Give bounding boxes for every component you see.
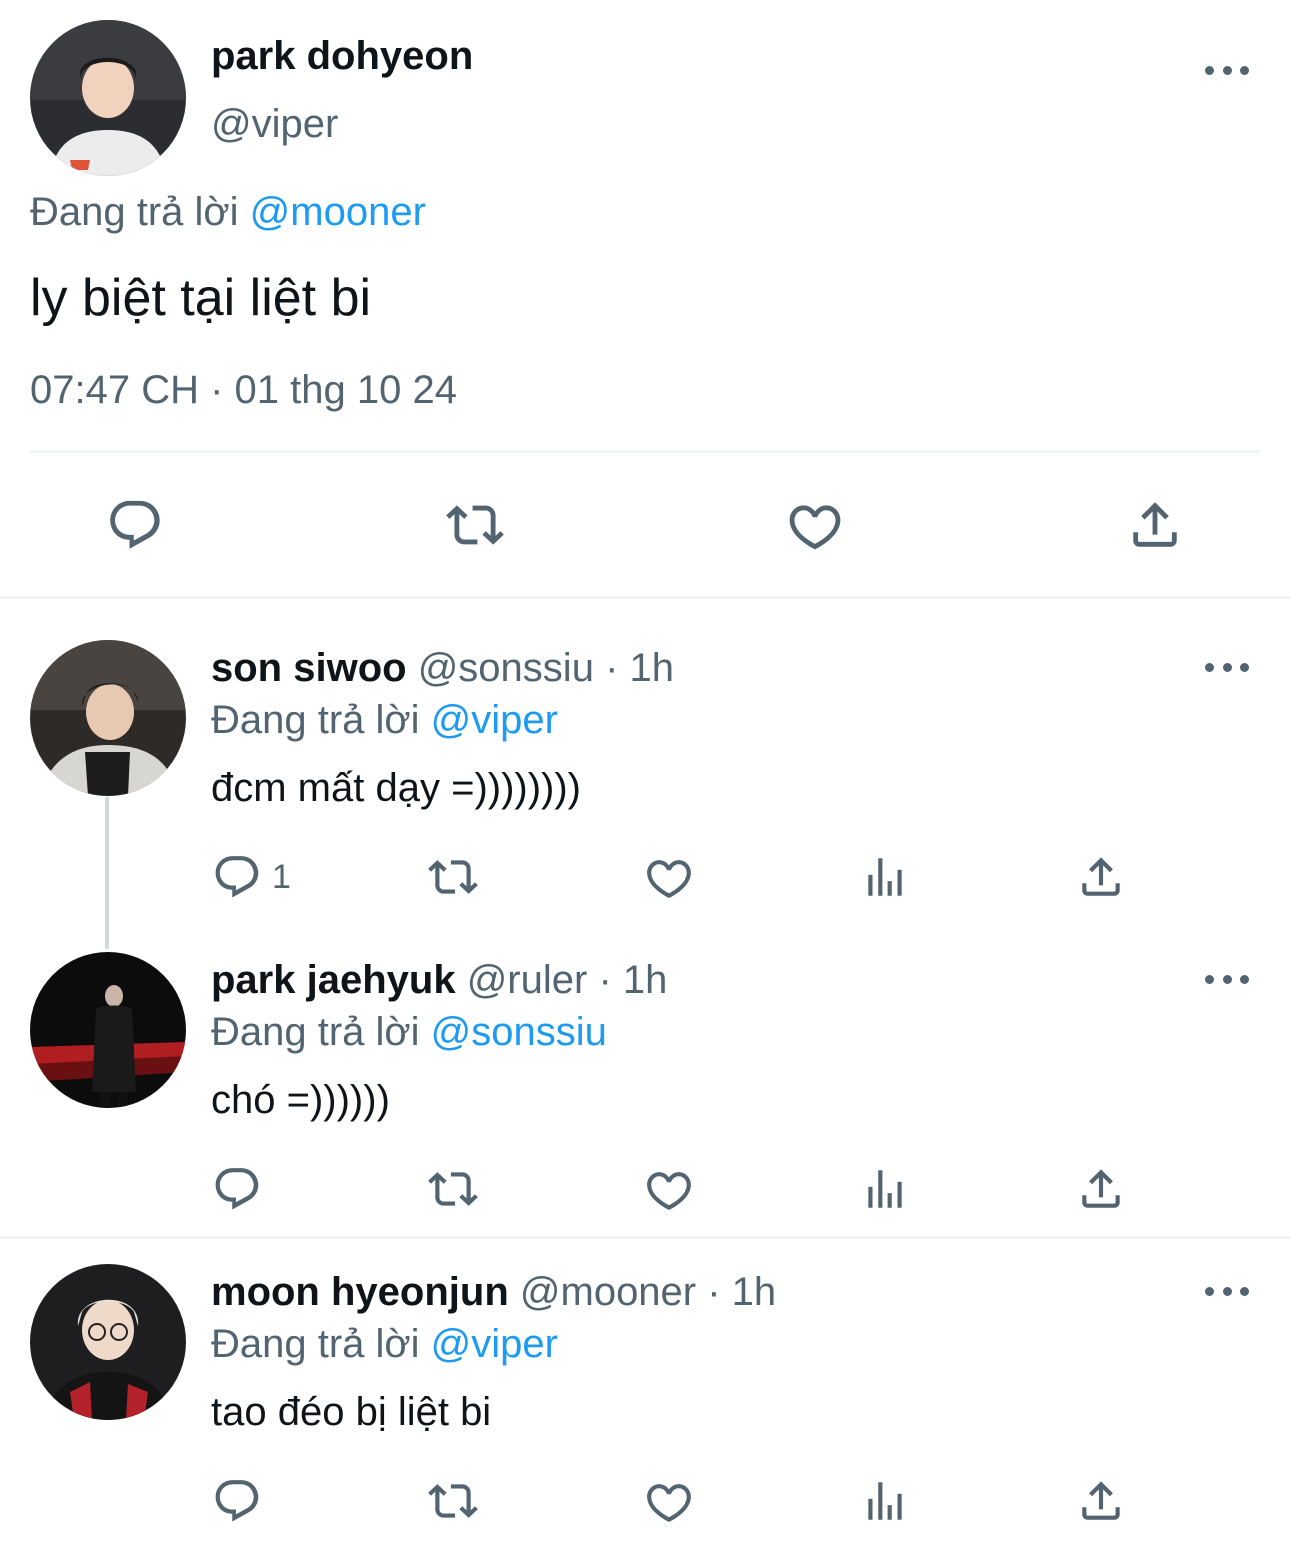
share-icon[interactable]: [1076, 1476, 1126, 1526]
retweet-icon[interactable]: [428, 852, 478, 902]
reply-icon[interactable]: [212, 1476, 262, 1526]
reply-to-handle[interactable]: @sonssiu: [431, 1010, 607, 1054]
share-icon[interactable]: [1076, 852, 1126, 902]
reply-to-handle[interactable]: @viper: [431, 1322, 558, 1366]
more-options-icon[interactable]: [1205, 657, 1249, 677]
replying-to: Đang trả lời @sonssiu: [211, 1010, 607, 1055]
author-handle[interactable]: @mooner: [520, 1270, 696, 1314]
retweet-icon[interactable]: [428, 1164, 478, 1214]
section-divider: [0, 596, 1290, 599]
author-handle[interactable]: @viper: [211, 102, 338, 147]
avatar[interactable]: [30, 952, 186, 1108]
reply-prefix: Đang trả lời: [30, 190, 239, 234]
author-name[interactable]: park dohyeon: [211, 34, 473, 79]
replying-to: Đang trả lời @viper: [211, 698, 558, 743]
more-options-icon[interactable]: [1205, 969, 1249, 989]
reply-header: park jaehyuk @ruler · 1h: [211, 958, 667, 1003]
replying-to: Đang trả lời @viper: [211, 1322, 558, 1367]
avatar[interactable]: [30, 1264, 186, 1420]
author-name[interactable]: park jaehyuk: [211, 958, 456, 1002]
reply-prefix: Đang trả lời: [211, 698, 420, 742]
reply-prefix: Đang trả lời: [211, 1322, 420, 1366]
avatar[interactable]: [30, 640, 186, 796]
reply-time[interactable]: · 1h: [707, 1270, 776, 1314]
views-icon[interactable]: [860, 1164, 910, 1214]
author-name[interactable]: son siwoo: [211, 646, 407, 690]
share-icon[interactable]: [1076, 1164, 1126, 1214]
reply-icon[interactable]: [212, 1164, 262, 1214]
reply-to-handle[interactable]: @mooner: [250, 190, 426, 234]
reply-header: son siwoo @sonssiu · 1h: [211, 646, 674, 691]
section-divider: [0, 1236, 1290, 1239]
reply-prefix: Đang trả lời: [211, 1010, 420, 1054]
divider: [30, 450, 1260, 453]
tweet-text: ly biệt tại liệt bi: [30, 269, 372, 327]
reply-time[interactable]: · 1h: [605, 646, 674, 690]
reply-icon[interactable]: [106, 496, 164, 554]
author-handle[interactable]: @sonssiu: [418, 646, 594, 690]
reply-count: 1: [272, 858, 291, 896]
thread-connector: [105, 797, 109, 949]
more-options-icon[interactable]: [1205, 1281, 1249, 1301]
reply-text: chó =)))))): [211, 1078, 390, 1122]
reply-icon[interactable]: [212, 852, 262, 902]
tweet-timestamp[interactable]: 07:47 CH · 01 thg 10 24: [30, 368, 457, 413]
reply-text: tao đéo bị liệt bi: [211, 1390, 492, 1434]
views-icon[interactable]: [860, 1476, 910, 1526]
views-icon[interactable]: [860, 852, 910, 902]
reply-header: moon hyeonjun @mooner · 1h: [211, 1270, 776, 1315]
avatar[interactable]: [30, 20, 186, 176]
author-name[interactable]: moon hyeonjun: [211, 1270, 509, 1314]
reply-text: đcm mất dạy =)))))))): [211, 766, 581, 810]
more-options-icon[interactable]: [1205, 60, 1249, 80]
like-icon[interactable]: [644, 1164, 694, 1214]
retweet-icon[interactable]: [446, 496, 504, 554]
replying-to: Đang trả lời @mooner: [30, 190, 426, 235]
reply-time[interactable]: · 1h: [598, 958, 667, 1002]
retweet-icon[interactable]: [428, 1476, 478, 1526]
like-icon[interactable]: [786, 496, 844, 554]
share-icon[interactable]: [1126, 496, 1184, 554]
like-icon[interactable]: [644, 852, 694, 902]
reply-to-handle[interactable]: @viper: [431, 698, 558, 742]
like-icon[interactable]: [644, 1476, 694, 1526]
author-handle[interactable]: @ruler: [467, 958, 588, 1002]
